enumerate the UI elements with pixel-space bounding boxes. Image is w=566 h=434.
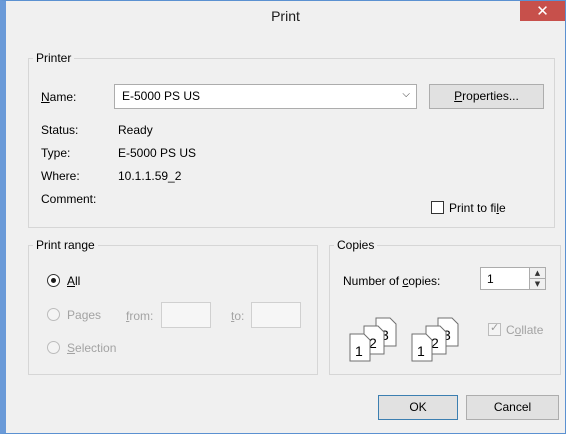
spin-down-icon[interactable]: ▼ (530, 279, 545, 289)
page-number: 1 (355, 343, 363, 359)
properties-button[interactable]: Properties... (429, 84, 544, 109)
collate-pages-icon: 3 2 1 3 2 1 (349, 317, 459, 362)
page-number: 1 (417, 343, 425, 359)
printer-name-value: E-5000 PS US (122, 89, 201, 103)
copies-value: 1 (487, 272, 494, 286)
radio-selected-dot (51, 278, 56, 283)
pages-radio[interactable] (47, 308, 60, 321)
status-label: Status: (41, 123, 79, 137)
from-input[interactable] (161, 302, 211, 328)
collate-label: Collate (506, 323, 544, 337)
page-stack-2: 3 2 1 (411, 317, 459, 362)
type-label: Type: (41, 146, 71, 160)
ok-button[interactable]: OK (378, 395, 458, 420)
spin-buttons: ▲ ▼ (529, 268, 545, 289)
where-label: Where: (41, 169, 80, 183)
copies-legend: Copies (337, 238, 375, 252)
pages-label: Pages (67, 308, 102, 322)
title-bar: Print ✕ (6, 1, 565, 31)
check-icon: ✓ (490, 321, 500, 334)
print-to-file-checkbox[interactable] (431, 201, 444, 214)
printer-name-select[interactable]: E-5000 PS US ⌵ (114, 84, 417, 109)
close-button[interactable]: ✕ (520, 1, 565, 21)
printer-legend: Printer (36, 51, 72, 65)
all-label: All (67, 274, 81, 288)
chevron-down-icon: ⌵ (402, 89, 410, 100)
comment-label: Comment: (41, 192, 97, 206)
selection-label: Selection (67, 341, 117, 355)
to-label: to: (231, 309, 245, 323)
type-value: E-5000 PS US (118, 146, 197, 160)
cancel-button[interactable]: Cancel (466, 395, 559, 420)
spin-up-icon[interactable]: ▲ (530, 268, 545, 279)
name-label: Name: (41, 90, 77, 104)
print-range-legend: Print range (36, 238, 95, 252)
copies-stepper[interactable]: 1 ▲ ▼ (480, 267, 546, 290)
window-title: Print (271, 8, 300, 24)
collate-checkbox[interactable]: ✓ (488, 321, 501, 336)
where-value: 10.1.1.59_2 (118, 169, 182, 183)
from-label: from: (126, 309, 154, 323)
page-stack-1: 3 2 1 (349, 317, 397, 362)
selection-radio[interactable] (47, 341, 60, 354)
status-value: Ready (118, 123, 153, 137)
print-dialog: Print ✕ Printer Name: E-5000 PS US ⌵ Pro… (0, 0, 566, 434)
print-to-file-label: Print to file (449, 201, 506, 215)
all-radio[interactable] (47, 274, 60, 287)
to-input[interactable] (251, 302, 301, 328)
number-of-copies-label: Number of copies: (343, 274, 441, 288)
close-icon: ✕ (536, 2, 549, 20)
